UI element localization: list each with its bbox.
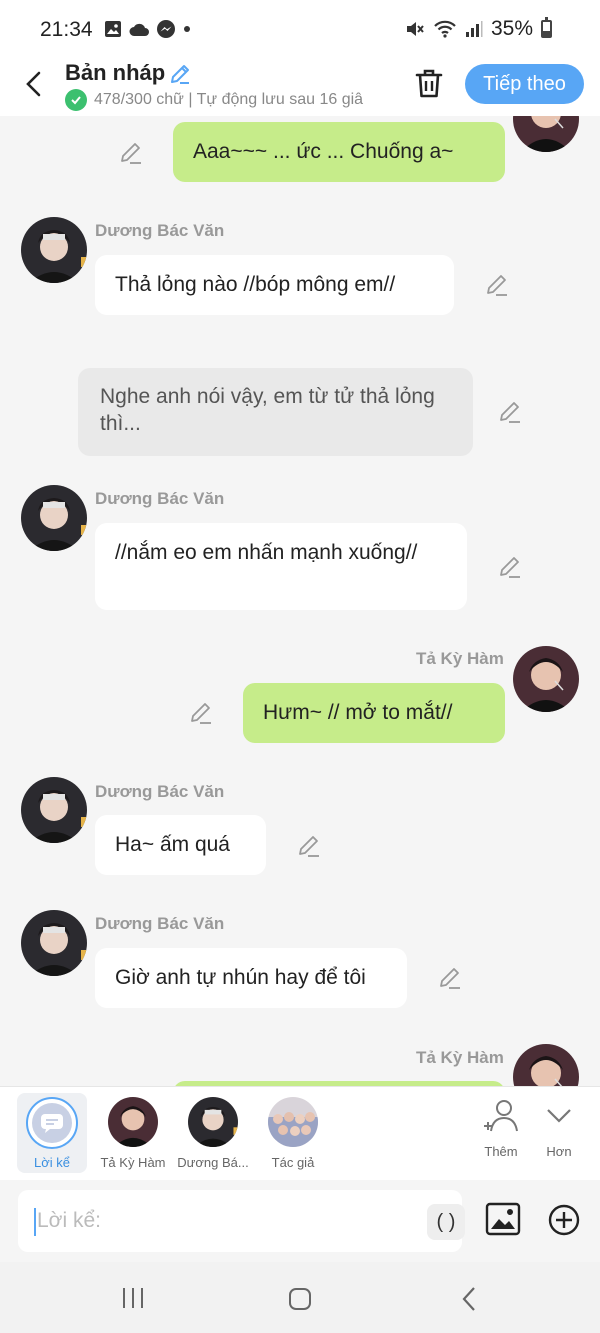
pencil-icon [191, 703, 211, 724]
image-button[interactable] [485, 1202, 521, 1241]
word-count-autosave: 478/300 chữ | Tự động lưu sau 16 giâ [94, 91, 364, 108]
avatar-duong-bac-van[interactable] [21, 485, 87, 551]
trash-icon [415, 69, 443, 98]
battery-icon [541, 17, 552, 38]
message-bubble[interactable]: Ha~ ấm quá [95, 815, 266, 875]
avatar-duong-bac-van[interactable] [21, 217, 87, 283]
add-character-button[interactable]: Thêm [476, 1099, 526, 1159]
character-label: Lời kể [34, 1155, 70, 1170]
recent-apps-button[interactable] [120, 1286, 146, 1315]
message-input-box: ( ) [18, 1190, 465, 1252]
edit-message-button[interactable] [437, 965, 463, 991]
gallery-icon [105, 21, 121, 37]
mute-icon [406, 22, 424, 36]
status-time: 21:34 [40, 18, 93, 41]
character-selector: Lời kể Tả Kỳ Hàm Dương Bá... Tác giả Thê… [0, 1086, 600, 1180]
more-label: Hơn [546, 1144, 572, 1159]
recent-apps-icon [123, 1288, 143, 1308]
avatar-ta-ky-ham[interactable] [513, 1044, 579, 1086]
plus-circle-icon [548, 1204, 580, 1236]
home-icon [289, 1288, 311, 1310]
header: Bản nháp 478/300 chữ | Tự động lưu sau 1… [0, 60, 600, 116]
next-button[interactable]: Tiếp theo [465, 64, 584, 104]
message-bubble[interactable]: Giờ anh tự nhún hay để tôi [95, 948, 407, 1008]
character-author[interactable]: Tác giả [253, 1093, 333, 1170]
character-duong-bac-van[interactable]: Dương Bá... [173, 1093, 253, 1170]
status-system-icons: 35% [405, 17, 552, 41]
avatar-ta-ky-ham[interactable] [513, 646, 579, 712]
speaker-name: Dương Bác Văn [95, 914, 225, 933]
input-bar: ( ) [0, 1180, 600, 1262]
speaker-name: Dương Bác Văn [95, 489, 225, 508]
pencil-icon [487, 275, 507, 296]
saved-check-icon [65, 89, 87, 111]
edit-message-button[interactable] [296, 833, 322, 859]
battery-percent: 35% [490, 17, 533, 40]
narrator-avatar [26, 1097, 78, 1149]
signal-icon [465, 21, 483, 37]
edit-title-button[interactable] [168, 62, 192, 91]
back-icon [462, 1287, 475, 1311]
edit-message-button[interactable] [497, 554, 523, 580]
plus-button[interactable] [547, 1203, 581, 1242]
message-bubble[interactable]: Thả lỏng nào //bóp mông em// [95, 255, 454, 315]
add-person-icon [484, 1100, 518, 1132]
edit-message-button[interactable] [188, 700, 214, 726]
message-bubble[interactable]: //nắm eo em nhấn mạnh xuống// [95, 523, 467, 610]
more-button[interactable]: Hơn [536, 1099, 582, 1159]
pencil-icon [171, 65, 189, 84]
avatar-ta-ky-ham[interactable] [513, 116, 579, 152]
message-bubble[interactable]: Aaa~~~ ... ức ... Chuống a~ [173, 122, 505, 182]
pencil-icon [500, 557, 520, 578]
speech-bubble-icon [41, 1114, 63, 1133]
status-bar: 21:34 35% [0, 0, 600, 60]
speaker-name: Dương Bác Văn [95, 782, 225, 801]
narration-bubble[interactable]: Nghe anh nói vậy, em từ tử thả lỏng thì.… [78, 368, 473, 456]
home-button[interactable] [288, 1287, 312, 1316]
delete-button[interactable] [413, 66, 445, 100]
message-input[interactable] [34, 1205, 404, 1237]
message-bubble[interactable]: Hưm~ // mở to mắt// [243, 683, 505, 743]
dot-icon [184, 26, 190, 32]
speaker-name: Tả Kỳ Hàm [416, 1048, 504, 1067]
author-avatar [268, 1097, 318, 1147]
page-title: Bản nháp [65, 60, 166, 85]
image-icon [485, 1202, 521, 1236]
character-label: Tác giả [271, 1155, 315, 1170]
wifi-icon [434, 20, 456, 38]
battery-fill [543, 31, 550, 36]
edit-message-button[interactable] [484, 272, 510, 298]
chevron-down-icon [547, 1109, 571, 1123]
avatar-duong-bac-van [188, 1097, 238, 1147]
pencil-icon [440, 968, 460, 989]
chevron-left-icon [26, 71, 41, 97]
back-button[interactable] [18, 68, 50, 100]
character-label: Tả Kỳ Hàm [100, 1155, 166, 1170]
edit-message-button[interactable] [118, 140, 144, 166]
pencil-icon [121, 143, 141, 164]
back-nav-button[interactable] [460, 1286, 478, 1317]
speaker-name: Dương Bác Văn [95, 221, 225, 240]
character-narrator[interactable]: Lời kể [17, 1093, 87, 1173]
cloud-icon [129, 23, 149, 36]
edit-message-button[interactable] [497, 399, 523, 425]
avatar-ta-ky-ham [108, 1097, 158, 1147]
character-label: Dương Bá... [177, 1155, 249, 1170]
add-label: Thêm [484, 1144, 518, 1159]
system-nav-bar [0, 1262, 600, 1333]
messenger-icon [157, 20, 175, 38]
chat-area[interactable]: Aaa~~~ ... ức ... Chuống a~ Dương Bác Vă… [0, 116, 600, 1086]
character-ta-ky-ham[interactable]: Tả Kỳ Hàm [93, 1093, 173, 1170]
pencil-icon [500, 402, 520, 423]
avatar-duong-bac-van[interactable] [21, 910, 87, 976]
avatar-duong-bac-van[interactable] [21, 777, 87, 843]
status-notification-icons [104, 19, 192, 39]
pencil-icon [299, 836, 319, 857]
action-paren-button[interactable]: ( ) [427, 1204, 465, 1240]
speaker-name: Tả Kỳ Hàm [416, 649, 504, 668]
